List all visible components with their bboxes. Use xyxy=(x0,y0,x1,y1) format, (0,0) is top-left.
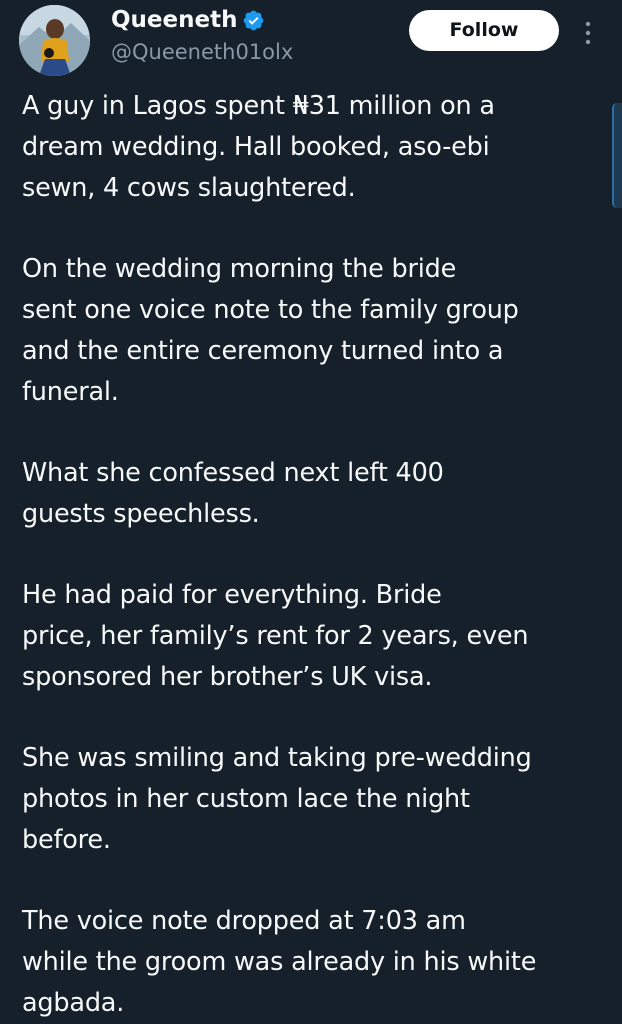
tweet-text: A guy in Lagos spent ₦31 million on a dr… xyxy=(22,86,607,1024)
text-line: A guy in Lagos spent ₦31 million on a xyxy=(22,91,495,121)
tweet-paragraph: He had paid for everything. Bride price,… xyxy=(22,575,607,698)
avatar-image xyxy=(19,5,90,76)
verified-badge-icon xyxy=(244,10,264,30)
text-line: sponsored her brother’s UK visa. xyxy=(22,662,433,692)
text-line: sewn, 4 cows slaughtered. xyxy=(22,173,356,203)
text-line: and the entire ceremony turned into a xyxy=(22,336,504,366)
tweet-header: Queeneth @Queeneth01olx Follow xyxy=(0,0,622,80)
author-handle[interactable]: @Queeneth01olx xyxy=(111,38,293,66)
text-line: The voice note dropped at 7:03 am xyxy=(22,906,466,936)
author-name-row[interactable]: Queeneth xyxy=(111,6,265,34)
tweet-paragraph: She was smiling and taking pre-wedding p… xyxy=(22,738,607,861)
text-line: dream wedding. Hall booked, aso-ebi xyxy=(22,132,490,162)
follow-button[interactable]: Follow xyxy=(409,10,559,51)
text-line: photos in her custom lace the night xyxy=(22,784,470,814)
text-line: sent one voice note to the family group xyxy=(22,295,519,325)
text-line: while the groom was already in his white xyxy=(22,947,537,977)
text-line: He had paid for everything. Bride xyxy=(22,580,442,610)
text-line: funeral. xyxy=(22,377,119,407)
tweet-paragraph: A guy in Lagos spent ₦31 million on a dr… xyxy=(22,86,607,209)
scrollbar-thumb[interactable] xyxy=(612,103,622,208)
text-line: price, her family’s rent for 2 years, ev… xyxy=(22,621,529,651)
text-line: guests speechless. xyxy=(22,499,260,529)
text-line: What she confessed next left 400 xyxy=(22,458,444,488)
tweet-paragraph: On the wedding morning the bride sent on… xyxy=(22,249,607,413)
avatar[interactable] xyxy=(19,5,90,76)
tweet-paragraph: The voice note dropped at 7:03 am while … xyxy=(22,901,607,1024)
text-line: before. xyxy=(22,825,111,855)
more-vertical-icon[interactable] xyxy=(578,18,598,48)
display-name[interactable]: Queeneth xyxy=(111,6,237,34)
tweet-paragraph: What she confessed next left 400 guests … xyxy=(22,453,607,535)
text-line: She was smiling and taking pre-wedding xyxy=(22,743,532,773)
text-line: On the wedding morning the bride xyxy=(22,254,457,284)
text-line: agbada. xyxy=(22,988,125,1018)
